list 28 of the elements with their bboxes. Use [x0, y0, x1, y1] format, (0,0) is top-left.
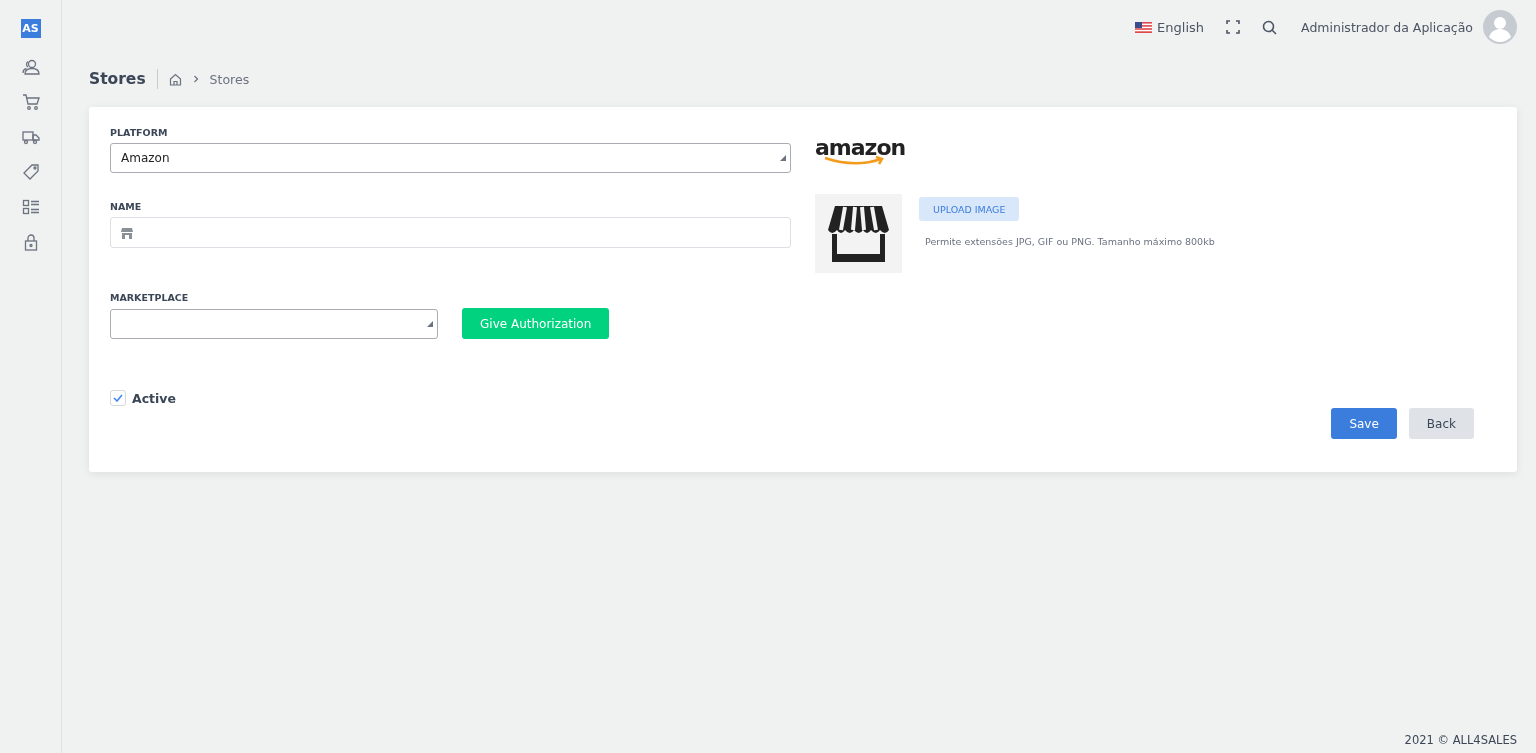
- check-icon: [113, 394, 123, 402]
- page-title: Stores: [89, 70, 146, 88]
- fullscreen-icon[interactable]: [1226, 20, 1241, 34]
- store-image-icon: [815, 194, 902, 273]
- platform-logo: amazon: [815, 137, 915, 166]
- home-icon[interactable]: [168, 72, 182, 86]
- chevron-icon: [192, 75, 199, 83]
- search-icon[interactable]: [1262, 19, 1278, 35]
- user-name[interactable]: Administrador da Aplicação: [1301, 19, 1473, 35]
- caret-icon: [427, 320, 433, 327]
- caret-icon: [780, 155, 786, 161]
- field-label: MARKETPLACE: [110, 292, 190, 303]
- back-button[interactable]: Back: [1408, 408, 1474, 439]
- footer-text: 2021 © ALL4SALES: [1403, 733, 1517, 749]
- flag-icon: [1135, 21, 1153, 33]
- name-field[interactable]: [110, 217, 791, 248]
- platform-select[interactable]: Amazon: [110, 143, 791, 173]
- active-checkbox[interactable]: Active: [110, 390, 791, 406]
- upload-hint: Permite extensões JPG, GIF ou PNG. Tamanho máximo 800kb: [925, 236, 1215, 247]
- breadcrumb-item[interactable]: Stores: [209, 71, 250, 87]
- language-selector[interactable]: English: [1135, 19, 1205, 35]
- app-logo[interactable]: AS: [20, 19, 41, 38]
- marketplace-select[interactable]: [110, 308, 438, 339]
- store-icon: [121, 226, 133, 239]
- field-label: NAME: [110, 201, 143, 212]
- save-button[interactable]: Save: [1331, 408, 1397, 439]
- field-label: PLATFORM: [110, 127, 169, 138]
- upload-image-button[interactable]: UPLOAD IMAGE: [919, 197, 1020, 221]
